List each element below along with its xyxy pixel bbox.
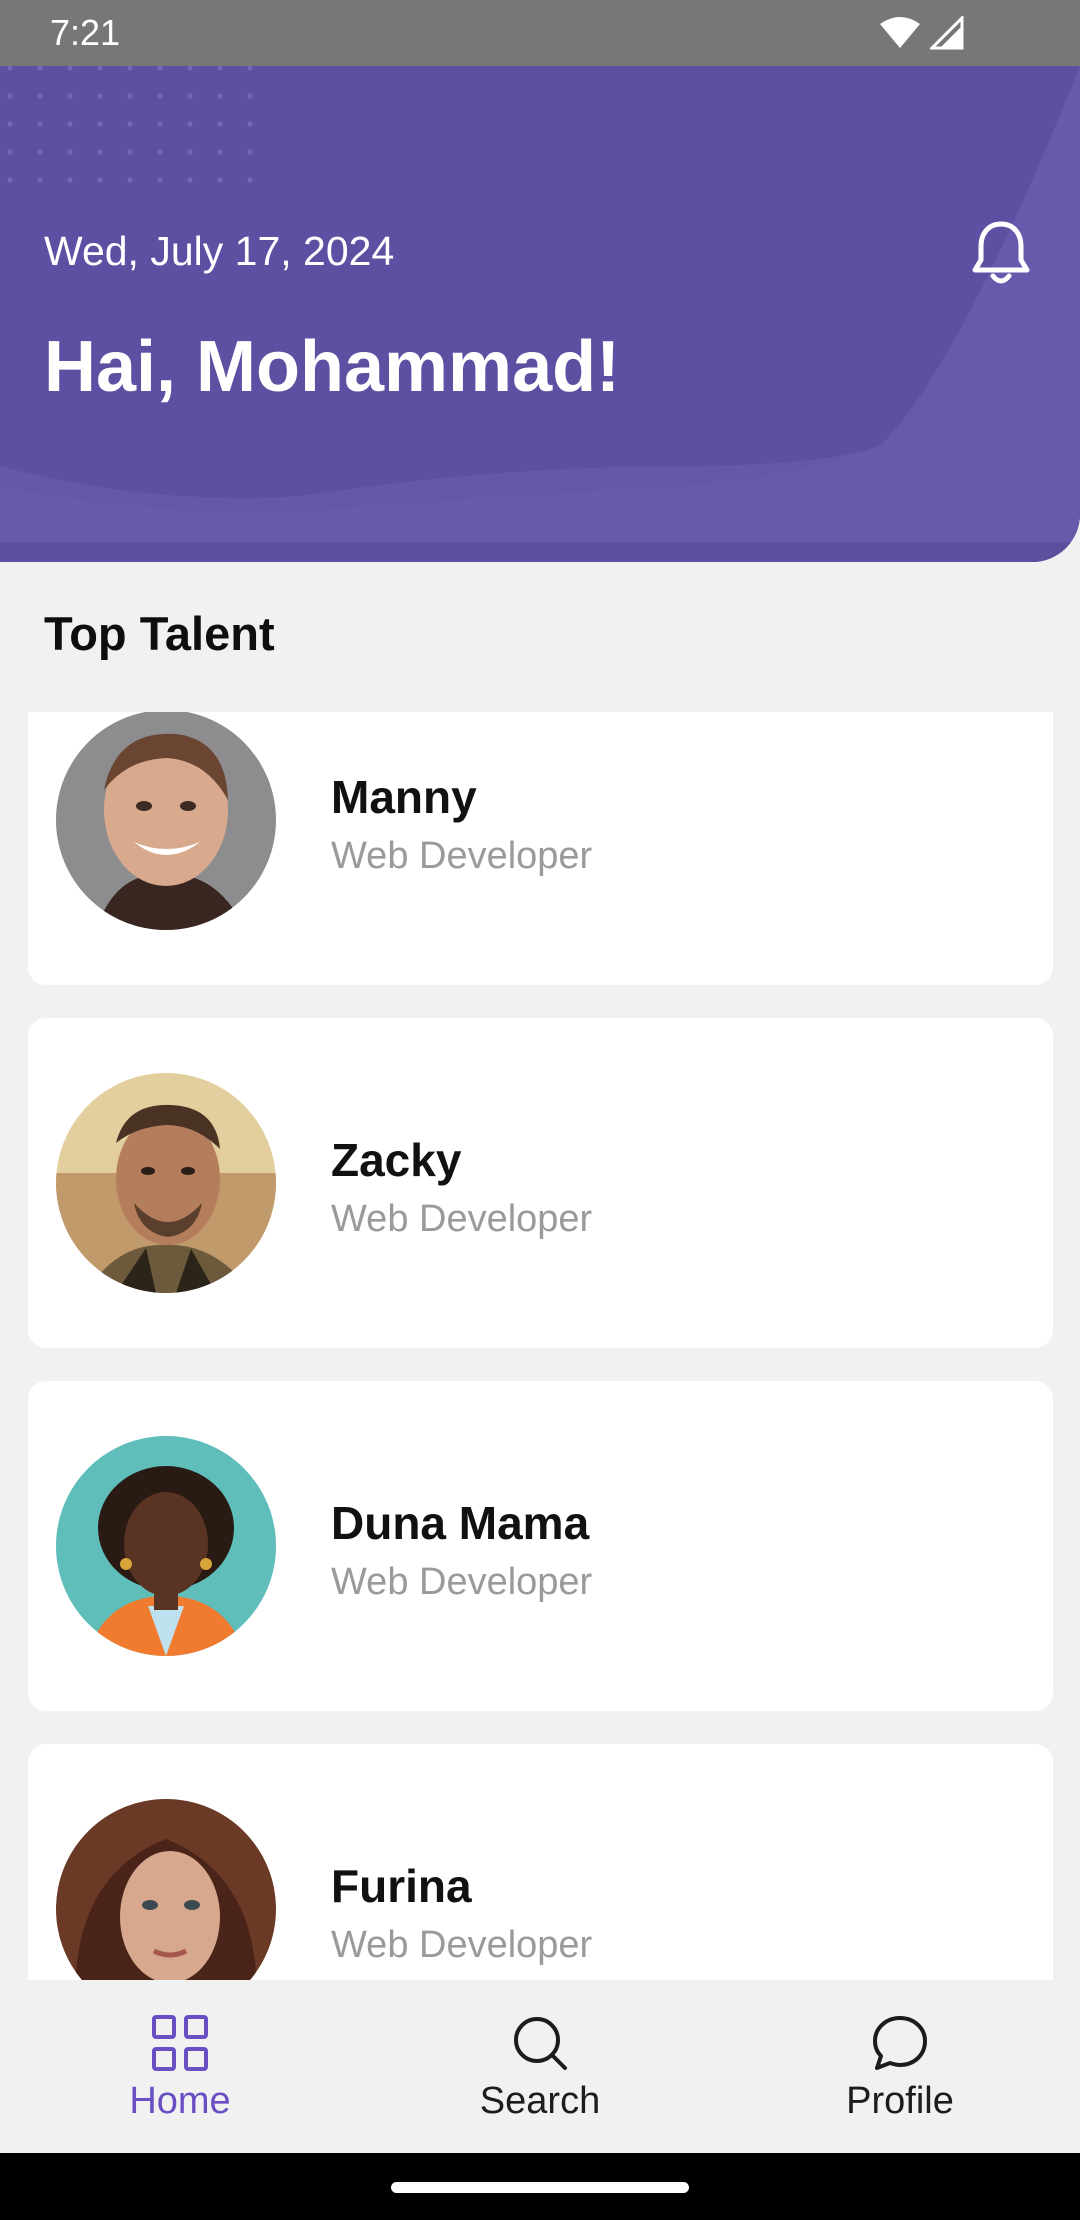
bell-icon: [972, 221, 1030, 284]
nav-search[interactable]: Search: [360, 1980, 720, 2153]
talent-list[interactable]: Manny Web Developer Zacky Web Developer: [0, 712, 1080, 1980]
wifi-icon: [878, 16, 922, 55]
talent-card[interactable]: Zacky Web Developer: [28, 1018, 1053, 1348]
current-date: Wed, July 17, 2024: [44, 228, 395, 274]
talent-role: Web Developer: [331, 1198, 593, 1240]
talent-role: Web Developer: [331, 835, 593, 877]
talent-name: Manny: [331, 771, 477, 823]
avatar: [56, 1436, 276, 1656]
talent-name: Zacky: [331, 1134, 462, 1186]
nav-home[interactable]: Home: [0, 1980, 360, 2153]
talent-name: Duna Mama: [331, 1497, 590, 1549]
signal-icon: [928, 14, 964, 55]
avatar: [56, 712, 276, 930]
status-icons: [878, 14, 964, 55]
nav-search-label: Search: [479, 2080, 601, 2122]
status-time: 7:21: [50, 12, 121, 53]
talent-card[interactable]: Furina Web Developer: [28, 1744, 1053, 1980]
talent-role: Web Developer: [331, 1924, 593, 1966]
gesture-navigation-bar: [0, 2153, 1080, 2220]
nav-home-label: Home: [129, 2080, 231, 2122]
talent-card[interactable]: Duna Mama Web Developer: [28, 1381, 1053, 1711]
status-bar: 7:21: [0, 0, 1080, 66]
avatar: [56, 1073, 276, 1293]
bottom-navigation: Home Search Profile: [0, 1980, 1080, 2153]
grid-icon: [151, 2012, 209, 2074]
talent-card[interactable]: Manny Web Developer: [28, 712, 1053, 985]
avatar: [56, 1799, 276, 1980]
header-banner: Wed, July 17, 2024 Hai, Mohammad!: [0, 66, 1080, 562]
chat-bubble-icon: [871, 2012, 929, 2074]
talent-role: Web Developer: [331, 1561, 593, 1603]
home-gesture-handle[interactable]: [391, 2182, 689, 2193]
greeting-title: Hai, Mohammad!: [44, 327, 621, 407]
talent-name: Furina: [331, 1860, 472, 1912]
nav-profile-label: Profile: [846, 2080, 954, 2122]
search-icon: [511, 2012, 569, 2074]
header-background: [0, 66, 1080, 562]
nav-profile[interactable]: Profile: [720, 1980, 1080, 2153]
section-title: Top Talent: [44, 607, 275, 660]
notification-bell-button[interactable]: [968, 216, 1034, 290]
